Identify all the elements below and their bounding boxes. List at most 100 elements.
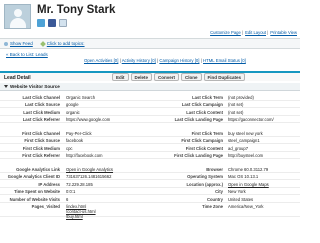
field-value: America/New_York <box>228 204 264 210</box>
lead-detail-header: Lead Detail Edit Delete Convert Clone Fi… <box>0 71 300 81</box>
field-value: https://www.google.com <box>66 117 111 123</box>
field-label: First Click Landing Page <box>174 153 223 159</box>
field-row: Last Click Source google Last Click Campai… <box>0 101 300 109</box>
field-label: Last Click Content <box>186 109 223 115</box>
field-value-link[interactable]: Open in Google Maps <box>228 182 269 187</box>
field-value: Chrome 60.0.3112.79 <box>228 166 269 172</box>
field-value: Organic Search <box>66 94 96 100</box>
customize-page-link[interactable]: Customize Page <box>210 30 241 35</box>
detail-buttons: Edit Delete Convert Clone Find Duplicate… <box>112 73 246 81</box>
field-value: 6 <box>66 196 69 202</box>
activity-history-link[interactable]: Activity History [0] <box>122 58 156 63</box>
field-value: http://buysteel.com <box>228 153 264 159</box>
field-label: First Click Campaign <box>181 138 223 144</box>
field-value: google <box>66 102 79 108</box>
field-label: IP Address <box>38 181 60 187</box>
field-value: buy steel new york <box>228 130 263 136</box>
field-label: Country <box>206 196 223 202</box>
field-row: First Click Referrer http://facebook.com F… <box>0 152 300 160</box>
field-value-link[interactable]: Open in Google Analytics <box>66 167 113 172</box>
field-value: New York <box>228 189 246 195</box>
field-label: Pages_Visited <box>31 204 60 210</box>
field-label: Time Spent on Website <box>14 189 60 195</box>
field-value: facebook <box>66 138 83 144</box>
field-value: (not provided) <box>228 94 254 100</box>
find-duplicates-button[interactable]: Find Duplicates <box>203 73 246 81</box>
field-value: Pay-Per-Click <box>66 130 92 136</box>
field-row: Time Spent on Website 0:0:1 City New York <box>0 188 300 196</box>
field-label: Google Analytics Client ID <box>7 174 60 180</box>
field-value: 731637126.1481615662 <box>66 174 112 180</box>
field-row: Pages_Visited/index.html /contact-us.htm… <box>0 203 300 219</box>
edit-layout-link[interactable]: Edit Layout <box>245 30 266 35</box>
twitter-icon[interactable] <box>37 19 45 27</box>
field-label: Google Analytics Link <box>16 166 60 172</box>
field-label: City <box>215 189 223 195</box>
printable-view-link[interactable]: Printable View <box>270 30 297 35</box>
field-label: Browser <box>206 166 223 172</box>
field-label: First Click Term <box>191 130 223 136</box>
field-label: First Click Medium <box>22 145 60 151</box>
field-label: Time Zone <box>202 204 223 210</box>
lead-avatar <box>4 4 31 29</box>
field-value-link[interactable]: /index.html /contact-us.html /buy.html <box>66 204 96 219</box>
field-row: First Click Medium cpc First Click Content… <box>0 144 300 152</box>
social-icons <box>37 19 67 27</box>
field-label: Last Click Source <box>24 102 60 108</box>
add-topics-link[interactable]: Click to add topics: <box>47 41 85 46</box>
last-click-fields: Last Click Channel Organic Search Last Cli… <box>0 93 300 124</box>
field-label: First Click Source <box>24 138 60 144</box>
field-row: Last Click Medium organic Last Click Conte… <box>0 108 300 116</box>
convert-button[interactable]: Convert <box>154 73 180 81</box>
field-label: First Click Content <box>185 145 223 151</box>
field-value: organic <box>66 109 80 115</box>
show-feed-link[interactable]: Show Feed <box>10 41 33 46</box>
field-row: Google Analytics Link Open in Google Anal… <box>0 165 300 173</box>
clone-button[interactable]: Clone <box>181 73 202 81</box>
field-value: United States <box>228 196 254 202</box>
field-label: Location (approx.) <box>186 181 223 187</box>
field-label: Last Click Medium <box>23 109 60 115</box>
field-row: Last Click Channel Organic Search Last Cli… <box>0 93 300 101</box>
field-label: Last Click Campaign <box>181 102 223 108</box>
feed-icon <box>4 41 8 46</box>
visitor-info-fields: Google Analytics Link Open in Google Anal… <box>0 165 300 219</box>
first-click-fields: First Click Channel Pay-Per-Click First Cl… <box>0 129 300 160</box>
delete-button[interactable]: Delete <box>130 73 153 81</box>
field-value: (not set) <box>228 109 244 115</box>
field-label: First Click Channel <box>22 130 60 136</box>
back-to-list-link[interactable]: « Back to List: Leads <box>6 52 48 57</box>
field-value: 72.229.28.185 <box>66 181 93 187</box>
field-label: First Click Referrer <box>22 153 60 159</box>
facebook-icon[interactable] <box>48 19 56 27</box>
field-label: Operating System <box>187 174 223 180</box>
campaign-history-link[interactable]: Campaign History [0] <box>159 58 199 63</box>
related-links: Open Activities [0] | Activity History [… <box>84 58 246 63</box>
field-label: Last Click Referrer <box>22 117 60 123</box>
field-label: Number of Website Visits <box>9 196 60 202</box>
field-value: (not set) <box>228 102 244 108</box>
html-email-status-link[interactable]: HTML Email Status [0] <box>203 58 246 63</box>
field-value: steel_campaign1 <box>228 138 260 144</box>
header-links: Customize Page| Edit Layout| Printable V… <box>210 30 297 35</box>
tag-icon <box>39 40 46 47</box>
avatar-head-shape <box>14 9 22 17</box>
field-value: http://facebook.com <box>66 153 103 159</box>
field-value: https://gaconnector.com/ <box>228 117 274 123</box>
field-label: Last Click Channel <box>22 94 60 100</box>
field-row: IP Address 72.229.28.185 Location (approx.… <box>0 180 300 188</box>
section-title: Website Visitor Source <box>10 84 60 89</box>
open-activities-link[interactable]: Open Activities [0] <box>84 58 118 63</box>
field-row: Last Click Referrer https://www.google.co… <box>0 116 300 124</box>
field-row: First Click Source facebook First Click Ca… <box>0 137 300 145</box>
field-row: Number of Website Visits 6 Country United S… <box>0 195 300 203</box>
lead-detail-title: Lead Detail <box>4 75 31 81</box>
field-value: cpc <box>66 145 73 151</box>
avatar-body-shape <box>10 18 26 28</box>
feed-bar: Show Feed Click to add topics: <box>0 38 300 49</box>
section-header-website-visitor-source[interactable]: Website Visitor Source <box>0 83 300 91</box>
field-label: Last Click Landing Page <box>174 117 223 123</box>
edit-button[interactable]: Edit <box>112 73 129 81</box>
linkedin-icon[interactable] <box>59 19 67 27</box>
collapse-triangle-icon[interactable] <box>4 85 8 89</box>
